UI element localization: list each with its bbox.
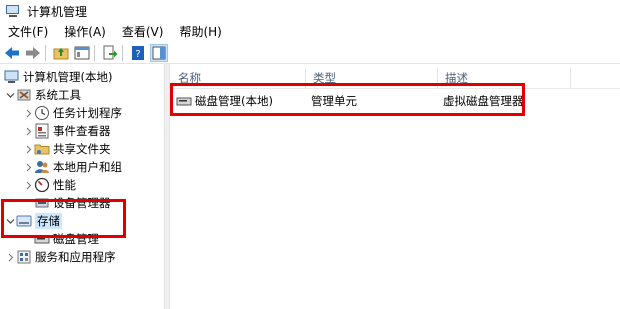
tree-item-local-users[interactable]: 本地用户和组 [22,158,122,176]
forward-arrow-icon[interactable] [24,44,42,62]
console-tree: 计算机管理(本地) 系统工具 任务计划程序 事件查看器 共享文件夹 本地用户和组… [0,64,165,309]
menu-bar: 文件(F) 操作(A) 查看(V) 帮助(H) [0,22,620,41]
tools-icon [16,87,32,103]
toolbar-separator [94,44,95,61]
chevron-right-icon[interactable] [22,125,34,137]
performance-icon [34,177,50,193]
tree-item-services-apps[interactable]: 服务和应用程序 [4,248,116,266]
clock-icon [34,105,50,121]
highlight-box [1,199,126,238]
tree-label: 任务计划程序 [53,106,122,120]
chevron-right-icon[interactable] [22,143,34,155]
column-divider[interactable] [570,68,571,88]
tree-label: 计算机管理(本地) [23,70,113,84]
menu-view[interactable]: 查看(V) [114,23,172,40]
chevron-right-icon[interactable] [4,251,16,263]
highlight-box [170,83,525,116]
chevron-right-icon[interactable] [22,161,34,173]
chevron-right-icon[interactable] [22,107,34,119]
toolbar: ? [0,42,620,64]
window-title: 计算机管理 [27,4,88,19]
svg-text:?: ? [135,49,140,60]
tree-item-shared-folders[interactable]: 共享文件夹 [22,140,111,158]
shared-folder-icon [34,141,50,157]
menu-help[interactable]: 帮助(H) [171,23,229,40]
event-viewer-icon [34,123,50,139]
tree-item-root[interactable]: 计算机管理(本地) [4,68,112,86]
export-list-icon[interactable] [101,44,119,62]
tree-item-event-viewer[interactable]: 事件查看器 [22,122,111,140]
tree-label: 本地用户和组 [53,160,122,174]
tree-label: 性能 [53,178,76,192]
tree-label: 服务和应用程序 [35,250,116,264]
menu-file[interactable]: 文件(F) [0,23,56,40]
tree-label: 共享文件夹 [53,142,111,156]
toolbar-separator [122,44,123,61]
chevron-down-icon[interactable] [4,89,16,101]
computer-management-icon [4,69,20,85]
chevron-right-icon[interactable] [22,179,34,191]
tree-label: 系统工具 [35,88,81,102]
services-icon [16,249,32,265]
toolbar-separator [45,44,46,61]
users-icon [34,159,50,175]
up-folder-icon[interactable] [52,44,70,62]
show-hide-console-tree-icon[interactable] [73,44,91,62]
menu-action[interactable]: 操作(A) [56,23,114,40]
back-arrow-icon[interactable] [3,44,21,62]
help-icon[interactable]: ? [129,44,147,62]
action-pane-icon[interactable] [150,43,168,62]
computer-management-icon [5,3,21,19]
title-bar: 计算机管理 [0,0,620,22]
tree-item-task-scheduler[interactable]: 任务计划程序 [22,104,122,122]
tree-item-performance[interactable]: 性能 [22,176,76,194]
tree-label: 事件查看器 [53,124,111,138]
tree-item-system-tools[interactable]: 系统工具 [4,86,81,104]
